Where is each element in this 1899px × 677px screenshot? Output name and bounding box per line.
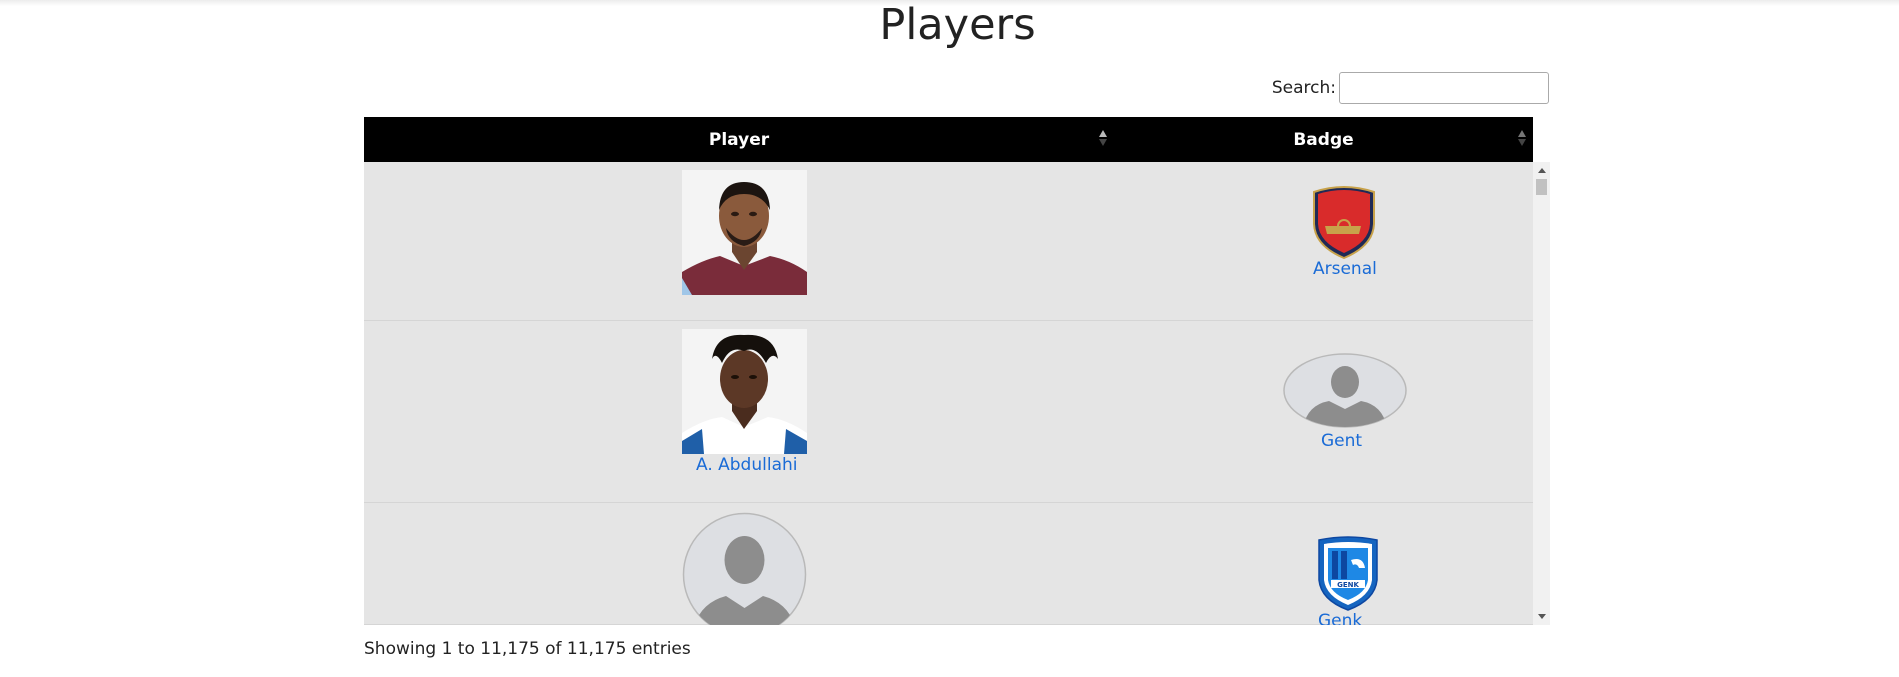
scroll-thumb[interactable] (1536, 179, 1547, 195)
badge-cell: Arsenal (1114, 162, 1533, 320)
club-link[interactable]: Gent (1321, 431, 1362, 451)
table-scrollbar[interactable] (1533, 162, 1550, 625)
badge-cell: Gent (1114, 321, 1533, 502)
svg-text:GENK: GENK (1337, 581, 1359, 589)
placeholder-silhouette-icon[interactable] (1283, 353, 1407, 428)
placeholder-silhouette-icon[interactable] (682, 512, 807, 625)
table-body[interactable]: Arsenal A. Abdullahi Gent GENK Genk (364, 162, 1550, 625)
scroll-down-arrow-icon[interactable] (1538, 614, 1546, 619)
search-label: Search: (1271, 78, 1336, 98)
player-link[interactable]: A. Abdullahi (696, 455, 798, 475)
column-header-player-label: Player (708, 129, 770, 150)
table-row: A. Abdullahi Gent (364, 321, 1533, 503)
sort-icon (1517, 129, 1527, 149)
player-cell (364, 503, 1114, 625)
badge-cell: GENK Genk (1114, 503, 1533, 625)
genk-crest-icon[interactable]: GENK (1317, 536, 1379, 611)
table-rows: Arsenal A. Abdullahi Gent GENK Genk (364, 162, 1533, 625)
scroll-up-arrow-icon[interactable] (1538, 168, 1546, 173)
arsenal-crest-icon[interactable] (1311, 184, 1377, 260)
column-header-badge[interactable]: Badge (1114, 117, 1533, 162)
table-info: Showing 1 to 11,175 of 11,175 entries (364, 639, 691, 659)
search-input[interactable] (1339, 72, 1549, 104)
search-box: Search: (1272, 72, 1549, 104)
club-link[interactable]: Arsenal (1313, 259, 1377, 279)
club-link[interactable]: Genk (1318, 611, 1362, 625)
player-photo[interactable] (682, 170, 807, 295)
sort-ascending-icon (1098, 129, 1108, 149)
table-row: GENK Genk (364, 503, 1533, 625)
player-cell: A. Abdullahi (364, 321, 1114, 502)
player-photo[interactable] (682, 329, 807, 454)
table-header: Player Badge (364, 117, 1533, 162)
page-title: Players (879, 0, 1036, 50)
player-cell (364, 162, 1114, 320)
column-header-player[interactable]: Player (364, 117, 1114, 162)
table-row: Arsenal (364, 162, 1533, 321)
column-header-badge-label: Badge (1293, 129, 1354, 150)
